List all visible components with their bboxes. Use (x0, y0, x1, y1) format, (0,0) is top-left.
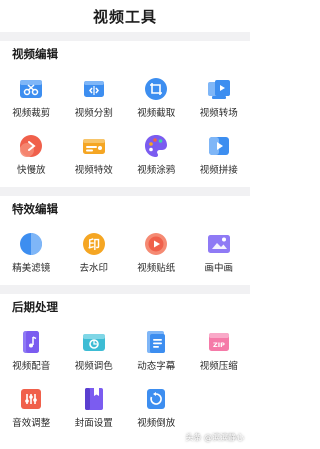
tool-video-effects[interactable]: 视频特效 (63, 131, 126, 177)
scissors-video-icon (20, 80, 43, 98)
section-title: 视频编辑 (12, 47, 58, 61)
tool-label: 视频调色 (74, 361, 113, 372)
tool-video-clip[interactable]: 视频截取 (125, 74, 188, 120)
section-title: 后期处理 (12, 300, 58, 314)
tool-label: 去水印 (79, 263, 108, 274)
tool-label: 视频配音 (12, 361, 51, 372)
tool-label: 视频特效 (74, 165, 113, 176)
section-effects-edit: 特效编辑 精美滤镜 印 去水印 视频贴纸 画中画 (0, 196, 250, 285)
tool-video-compress[interactable]: ZIP 视频压缩 (188, 327, 251, 373)
dubbing-icon (23, 331, 40, 353)
effects-icon (82, 139, 105, 154)
section-video-edit: 视频编辑 视频裁剪 视频分割 视频截取 视频转场 快慢放 视频特效 视频涂鸦 视… (0, 41, 250, 187)
tool-label: 快慢放 (16, 165, 46, 176)
tool-label: 音效调整 (12, 418, 51, 429)
tool-picture-in-picture[interactable]: 画中画 (188, 229, 251, 275)
section-divider (0, 285, 250, 294)
svg-text:ZIP: ZIP (213, 341, 225, 349)
tool-grid: 视频配音 视频调色 动态字幕 ZIP 视频压缩 音效调整 封面设置 视频倒放 (0, 315, 250, 430)
tool-label: 视频分割 (74, 108, 113, 119)
tool-label: 视频贴纸 (137, 263, 176, 274)
tool-video-merge[interactable]: 视频拼接 (188, 131, 251, 177)
section-title: 特效编辑 (12, 202, 58, 216)
tool-label: 精美滤镜 (12, 263, 51, 274)
tool-video-dubbing[interactable]: 视频配音 (0, 327, 63, 373)
audio-adjust-icon (21, 389, 42, 409)
split-video-icon (83, 81, 104, 97)
compress-icon: ZIP (208, 333, 229, 351)
cover-icon (84, 388, 103, 410)
tool-video-reverse[interactable]: 视频倒放 (125, 384, 188, 430)
tool-label: 封面设置 (74, 418, 113, 429)
watermark-remove-icon: 印 (82, 233, 105, 255)
section-divider (0, 32, 250, 41)
tool-label: 视频倒放 (137, 418, 176, 429)
watermark: 头条 @滨滨静心 (185, 432, 244, 443)
tool-video-sticker[interactable]: 视频贴纸 (125, 229, 188, 275)
tool-remove-watermark[interactable]: 印 去水印 (63, 229, 126, 275)
picture-in-picture-icon (207, 235, 230, 253)
tool-label: 视频转场 (199, 108, 238, 119)
tool-video-split[interactable]: 视频分割 (63, 74, 126, 120)
tool-speed[interactable]: 快慢放 (0, 131, 63, 177)
tool-label: 视频压缩 (199, 361, 238, 372)
tool-label: 画中画 (204, 263, 233, 274)
tool-grid: 精美滤镜 印 去水印 视频贴纸 画中画 (0, 217, 250, 275)
tool-label: 视频裁剪 (12, 108, 51, 119)
watermark-text: 头条 @滨滨静心 (185, 433, 244, 442)
filter-icon (20, 233, 43, 255)
tool-video-cut[interactable]: 视频裁剪 (0, 74, 63, 120)
section-post-processing: 后期处理 视频配音 视频调色 动态字幕 ZIP 视频压缩 音效调整 封面设置 视… (0, 294, 250, 430)
subtitle-icon (147, 331, 166, 353)
page-title: 视频工具 (92, 7, 157, 26)
tool-filter[interactable]: 精美滤镜 (0, 229, 63, 275)
tool-audio-adjust[interactable]: 音效调整 (0, 384, 63, 430)
color-grade-icon (82, 334, 105, 351)
tool-grid: 视频裁剪 视频分割 视频截取 视频转场 快慢放 视频特效 视频涂鸦 视频拼接 (0, 62, 250, 177)
tool-video-color[interactable]: 视频调色 (63, 327, 126, 373)
tool-dynamic-subtitle[interactable]: 动态字幕 (125, 327, 188, 373)
tool-label: 动态字幕 (137, 361, 176, 372)
tool-label: 视频截取 (137, 108, 176, 119)
page-header: 视频工具 (0, 0, 250, 32)
tool-label: 视频拼接 (199, 165, 238, 176)
sticker-icon (145, 233, 168, 255)
speed-icon (20, 135, 43, 157)
section-divider (0, 187, 250, 196)
merge-video-icon (208, 137, 229, 155)
crop-frame-icon (145, 78, 168, 100)
tool-video-transition[interactable]: 视频转场 (188, 74, 251, 120)
tool-cover-setting[interactable]: 封面设置 (63, 384, 126, 430)
tool-video-doodle[interactable]: 视频涂鸦 (125, 131, 188, 177)
transition-icon (207, 80, 230, 99)
tool-label: 视频涂鸦 (137, 165, 176, 176)
svg-text:印: 印 (88, 238, 100, 252)
palette-icon (145, 135, 168, 157)
reverse-icon (147, 389, 166, 409)
